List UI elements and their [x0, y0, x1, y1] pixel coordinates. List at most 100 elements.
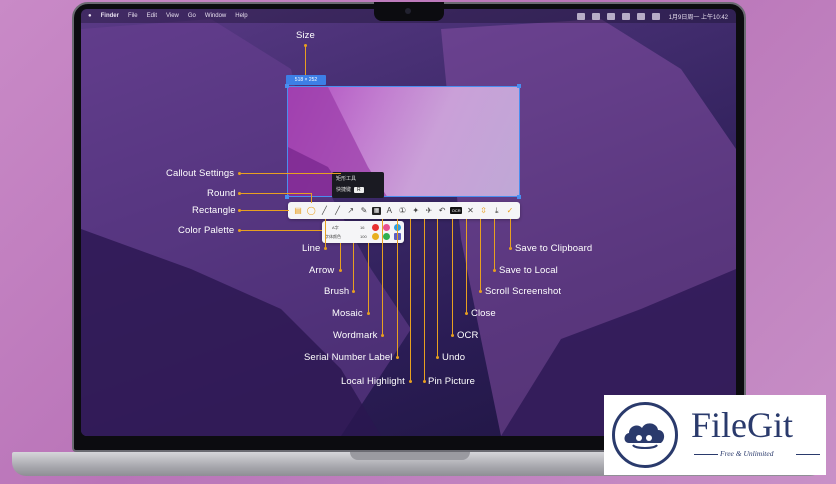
annotation-line [382, 219, 383, 334]
annotation-close: Close [471, 308, 496, 319]
annotation-line [480, 219, 481, 290]
highlight-icon[interactable]: ✦ [411, 206, 421, 216]
annotation-save-to-clipboard: Save to Clipboard [515, 243, 593, 254]
annotation-line [241, 210, 289, 211]
color-swatch-green[interactable] [383, 233, 390, 240]
brand-logo-circle [612, 402, 678, 468]
status-app-icon[interactable] [651, 12, 660, 20]
annotation-line [424, 219, 425, 380]
close-icon[interactable]: ✕ [465, 206, 475, 216]
brush-icon[interactable]: ✎ [359, 206, 369, 216]
annotation-dot [509, 247, 512, 250]
palette-label-b: 字体颜色 [325, 234, 341, 239]
mosaic-icon[interactable]: ▦ [372, 206, 382, 215]
annotation-mosaic: Mosaic [332, 308, 363, 319]
annotation-dot [465, 312, 468, 315]
laptop-base-notch [350, 452, 470, 460]
annotation-line-tool: Line [302, 243, 321, 254]
palette-value-a[interactable]: 16 [360, 225, 364, 230]
annotation-line [410, 219, 411, 380]
annotation-dot [352, 290, 355, 293]
resize-handle[interactable] [285, 84, 289, 88]
color-swatch-pink[interactable] [383, 224, 390, 231]
annotation-pin-picture: Pin Picture [428, 376, 476, 387]
tooltip-title: 矩形工具 [336, 176, 357, 182]
resize-handle[interactable] [517, 84, 521, 88]
annotation-line [241, 173, 341, 174]
rectangle-icon[interactable]: ╱ [319, 206, 329, 216]
scroll-screenshot-icon[interactable]: ⇳ [479, 206, 489, 216]
annotation-toolbar: ▤ ◯ ╱ ╱ ↗ ✎ ▦ A ① ✦ ✈ ↶ OCR ✕ ⇳ ⤓ ✓ [288, 202, 520, 219]
menu-item-edit[interactable]: Edit [147, 13, 157, 19]
tooltip-key-label: 快捷键 [336, 187, 352, 193]
annotation-arrow: Arrow [309, 265, 335, 276]
resize-handle[interactable] [517, 195, 521, 199]
annotation-line [311, 193, 312, 203]
annotation-dot [451, 334, 454, 337]
annotation-round: Round [207, 188, 236, 199]
resize-handle[interactable] [285, 195, 289, 199]
cloud-icon [624, 423, 665, 449]
annotation-line [368, 243, 369, 312]
annotation-line [241, 230, 322, 231]
annotation-line [340, 243, 341, 269]
screenshot-selection[interactable] [287, 86, 520, 197]
menu-item-finder[interactable]: Finder [101, 13, 119, 19]
annotation-dot [479, 290, 482, 293]
annotation-brush: Brush [324, 286, 350, 297]
wallpaper [81, 19, 736, 436]
wordmark-icon[interactable]: A [384, 206, 394, 216]
pin-icon[interactable]: ✈ [424, 206, 434, 216]
annotation-line [397, 219, 398, 356]
ocr-button[interactable]: OCR [450, 207, 463, 214]
annotation-scroll-screenshot: Scroll Screenshot [485, 286, 562, 297]
line-icon[interactable]: ╱ [333, 206, 343, 216]
annotation-save-to-local: Save to Local [499, 265, 558, 276]
annotation-ocr: OCR [457, 330, 479, 341]
annotation-line [452, 219, 453, 334]
save-local-icon[interactable]: ⤓ [492, 206, 502, 216]
annotation-dot [381, 334, 384, 337]
status-app-icon[interactable] [576, 12, 585, 20]
annotation-dot [493, 269, 496, 272]
menu-item-file[interactable]: File [128, 13, 138, 19]
annotation-serial-number-label: Serial Number Label [304, 352, 393, 363]
apple-menu-icon[interactable]: ● [88, 13, 92, 19]
tooltip-key: R [354, 187, 364, 193]
status-app-icon[interactable] [621, 12, 630, 20]
menu-item-window[interactable]: Window [205, 13, 226, 19]
annotation-local-highlight: Local Highlight [341, 376, 405, 387]
annotation-line [437, 219, 438, 356]
status-app-icon[interactable] [606, 12, 615, 20]
round-icon[interactable]: ◯ [306, 206, 316, 216]
status-app-icon[interactable] [591, 12, 600, 20]
menu-item-go[interactable]: Go [188, 13, 196, 19]
tool-tooltip: 矩形工具 快捷键 R [332, 172, 384, 198]
camera-icon [405, 8, 411, 14]
annotation-line [466, 219, 467, 312]
undo-icon[interactable]: ↶ [437, 206, 447, 216]
menu-item-view[interactable]: View [166, 13, 179, 19]
annotation-dot [324, 247, 327, 250]
palette-label-a: A字 [332, 225, 339, 230]
serial-number-icon[interactable]: ① [398, 206, 408, 216]
color-swatch-yellow[interactable] [372, 233, 379, 240]
brand-name: FileGit [691, 405, 794, 445]
color-swatch-red[interactable] [372, 224, 379, 231]
brand-rule [694, 454, 718, 455]
palette-value-b[interactable]: 100 [360, 234, 367, 239]
annotation-wordmark: Wordmark [333, 330, 378, 341]
status-app-icon[interactable] [636, 12, 645, 20]
menubar-clock[interactable]: 1月9日周一 上午10:42 [669, 12, 728, 21]
arrow-icon[interactable]: ↗ [346, 206, 356, 216]
callout-settings-icon[interactable]: ▤ [293, 206, 303, 216]
annotation-dot [436, 356, 439, 359]
annotation-dot [339, 269, 342, 272]
annotation-dot [423, 380, 426, 383]
annotation-dot [396, 356, 399, 359]
menu-item-help[interactable]: Help [235, 13, 247, 19]
annotation-color-palette: Color Palette [178, 225, 235, 236]
save-clipboard-icon[interactable]: ✓ [505, 206, 515, 216]
annotation-line [325, 219, 326, 247]
annotation-line [305, 45, 306, 75]
